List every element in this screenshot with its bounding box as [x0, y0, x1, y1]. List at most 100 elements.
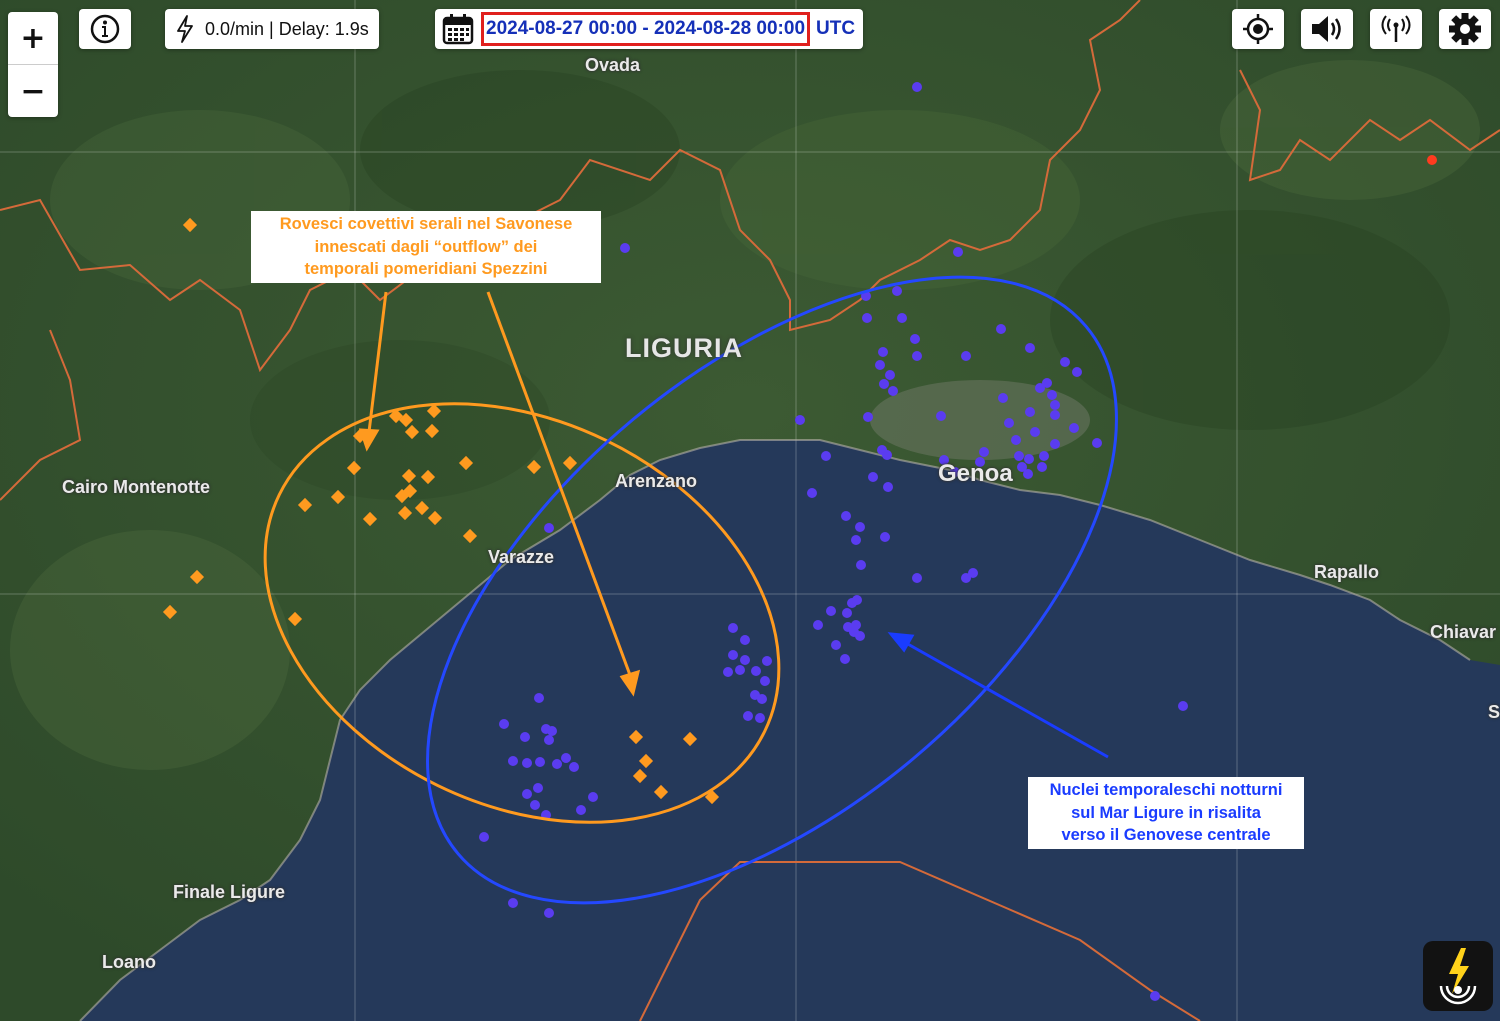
- strike-blue: [897, 313, 907, 323]
- strike-blue: [892, 286, 902, 296]
- strike-blue: [743, 711, 753, 721]
- rate-text: 0.0/min | Delay: 1.9s: [205, 18, 369, 39]
- strike-blue: [479, 832, 489, 842]
- strike-blue: [862, 313, 872, 323]
- strike-blue: [740, 655, 750, 665]
- orange-label-line-3: temporali pomeridiani Spezzini: [304, 260, 548, 278]
- info-button[interactable]: [79, 9, 131, 49]
- strike-blue: [552, 759, 562, 769]
- strike-blue: [1178, 701, 1188, 711]
- strike-blue: [1037, 462, 1047, 472]
- locate-icon: [1243, 14, 1273, 44]
- city-arenzano: Arenzano: [615, 471, 698, 491]
- city-chiavari: Chiavar: [1430, 622, 1497, 642]
- zoom-out-button[interactable]: −: [8, 64, 58, 117]
- strike-blue: [1025, 343, 1035, 353]
- strike-blue: [723, 667, 733, 677]
- info-icon: [90, 14, 120, 44]
- strike-blue: [851, 620, 861, 630]
- strike-blue: [842, 608, 852, 618]
- strike-blue: [968, 568, 978, 578]
- sound-button[interactable]: [1301, 9, 1353, 49]
- strike-blue: [912, 351, 922, 361]
- strike-blue: [535, 757, 545, 767]
- settings-icon: [1449, 13, 1481, 45]
- city-cut-label: S: [1488, 702, 1500, 722]
- rate-display: 0.0/min | Delay: 1.9s: [165, 9, 379, 49]
- strike-blue: [728, 623, 738, 633]
- strike-blue: [888, 386, 898, 396]
- strike-blue: [755, 713, 765, 723]
- strike-blue: [1150, 991, 1160, 1001]
- strike-blue: [751, 666, 761, 676]
- zoom-control: + −: [8, 12, 58, 117]
- strike-blue: [878, 347, 888, 357]
- strike-blue: [868, 472, 878, 482]
- strike-blue: [1023, 469, 1033, 479]
- strike-blue: [1069, 423, 1079, 433]
- region-label: LIGURIA: [625, 333, 743, 363]
- strike-blue: [522, 758, 532, 768]
- strike-blue: [996, 324, 1006, 334]
- strike-blue: [1050, 400, 1060, 410]
- strike-blue: [760, 676, 770, 686]
- city-loano: Loano: [102, 952, 156, 972]
- strike-blue: [547, 726, 557, 736]
- strike-blue: [1014, 451, 1024, 461]
- strike-blue: [508, 898, 518, 908]
- city-genoa: Genoa: [938, 460, 1013, 487]
- blue-label-line-1: Nuclei temporaleschi notturni: [1049, 781, 1283, 799]
- locate-button[interactable]: [1232, 9, 1284, 49]
- logo-lightning-icon: [1439, 948, 1477, 1005]
- strike-blue: [508, 756, 518, 766]
- strike-blue: [879, 379, 889, 389]
- zoom-in-button[interactable]: +: [8, 12, 58, 64]
- antenna-icon: [1381, 15, 1411, 42]
- strike-blue: [757, 694, 767, 704]
- sound-icon: [1312, 16, 1341, 42]
- blue-label-line-2: sul Mar Ligure in risalita: [1071, 803, 1261, 822]
- strike-blue: [728, 650, 738, 660]
- calendar-icon: [442, 14, 474, 45]
- strike-blue: [1050, 439, 1060, 449]
- strike-red: [1427, 155, 1437, 165]
- strike-blue: [840, 654, 850, 664]
- strike-blue: [544, 908, 554, 918]
- strike-blue: [1035, 383, 1045, 393]
- strike-blue: [522, 789, 532, 799]
- map-canvas[interactable]: [0, 0, 1500, 1021]
- date-range-text[interactable]: 2024-08-27 00:00 - 2024-08-28 00:00: [481, 12, 811, 46]
- city-ovada: Ovada: [585, 55, 641, 75]
- strike-blue: [1060, 357, 1070, 367]
- strike-blue: [1039, 451, 1049, 461]
- antenna-button[interactable]: [1370, 9, 1422, 49]
- strike-blue: [520, 732, 530, 742]
- strike-blue: [588, 792, 598, 802]
- strike-blue: [1025, 407, 1035, 417]
- strike-blue: [1011, 435, 1021, 445]
- strike-blue: [863, 412, 873, 422]
- strike-blue: [561, 753, 571, 763]
- strike-blue: [831, 640, 841, 650]
- strike-blue: [998, 393, 1008, 403]
- strike-blue: [852, 595, 862, 605]
- date-range-control[interactable]: 2024-08-27 00:00 - 2024-08-28 00:00 UTC: [435, 9, 864, 49]
- strike-blue: [569, 762, 579, 772]
- strike-blue: [875, 360, 885, 370]
- strike-blue: [855, 631, 865, 641]
- strike-blue: [530, 800, 540, 810]
- strike-blue: [961, 351, 971, 361]
- strike-blue: [841, 511, 851, 521]
- app-logo[interactable]: [1423, 941, 1493, 1011]
- strike-blue: [883, 482, 893, 492]
- strike-blue: [533, 783, 543, 793]
- settings-button[interactable]: [1439, 9, 1491, 49]
- strike-blue: [821, 451, 831, 461]
- strike-blue: [912, 573, 922, 583]
- orange-label-line-1: Rovesci covettivi serali nel Savonese: [279, 215, 573, 233]
- timezone-label: UTC: [816, 18, 856, 39]
- strike-blue: [912, 82, 922, 92]
- strike-blue: [807, 488, 817, 498]
- strike-blue: [762, 656, 772, 666]
- strike-blue: [1004, 418, 1014, 428]
